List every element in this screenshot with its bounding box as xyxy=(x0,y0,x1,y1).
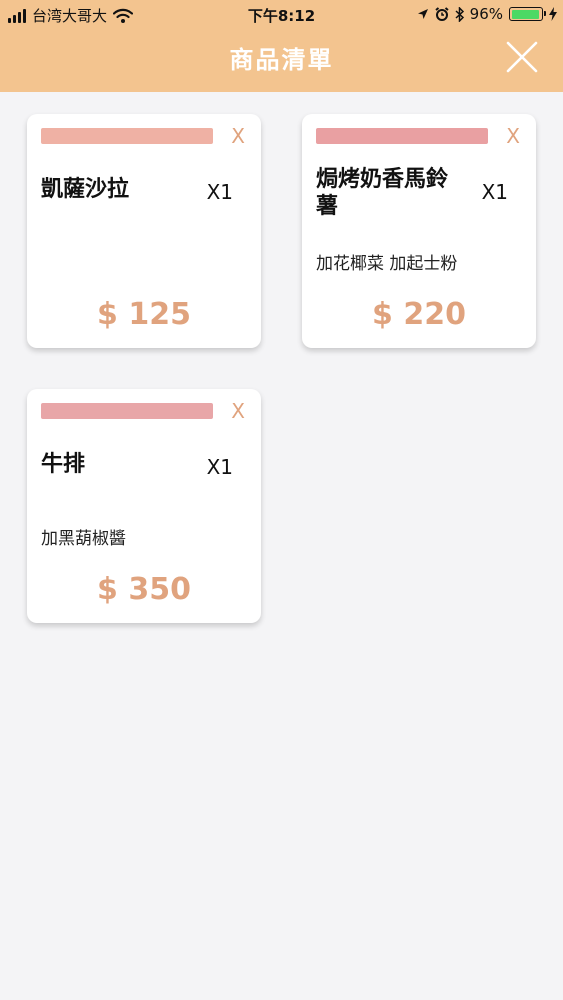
cart-item-card: X 焗烤奶香馬鈴薯 X1 加花椰菜 加起士粉 $ 220 xyxy=(302,114,536,348)
page-title: 商品清單 xyxy=(229,46,334,74)
remove-item-button[interactable]: X xyxy=(506,126,520,146)
item-quantity: X1 xyxy=(481,180,508,204)
battery-percent: 96% xyxy=(469,5,503,23)
item-note: 加花椰菜 加起士粉 xyxy=(316,254,458,274)
card-color-bar xyxy=(316,128,488,144)
item-quantity: X1 xyxy=(206,455,233,479)
item-quantity: X1 xyxy=(206,180,233,204)
cart-item-card: X 凱薩沙拉 X1 $ 125 xyxy=(27,114,261,348)
cart-item-card: X 牛排 X1 加黑葫椒醬 $ 350 xyxy=(27,389,261,623)
item-price: $ 125 xyxy=(97,297,191,332)
item-name: 凱薩沙拉 xyxy=(41,177,130,202)
status-right: 96% xyxy=(417,5,557,23)
charging-icon xyxy=(549,7,557,21)
battery-icon xyxy=(509,7,546,21)
item-price: $ 350 xyxy=(97,572,191,607)
card-color-bar xyxy=(41,403,213,419)
card-color-bar xyxy=(41,128,213,144)
alarm-icon xyxy=(435,7,449,21)
remove-item-button[interactable]: X xyxy=(231,126,245,146)
location-icon xyxy=(417,9,428,19)
bluetooth-icon xyxy=(455,6,464,22)
status-bar: 台湾大哥大 下午8:12 96% xyxy=(0,0,563,30)
item-price: $ 220 xyxy=(372,297,466,332)
item-name: 牛排 xyxy=(41,452,86,477)
remove-item-button[interactable]: X xyxy=(231,401,245,421)
close-icon[interactable] xyxy=(505,40,539,74)
item-name: 焗烤奶香馬鈴薯 xyxy=(316,167,449,219)
item-note: 加黑葫椒醬 xyxy=(41,529,126,549)
